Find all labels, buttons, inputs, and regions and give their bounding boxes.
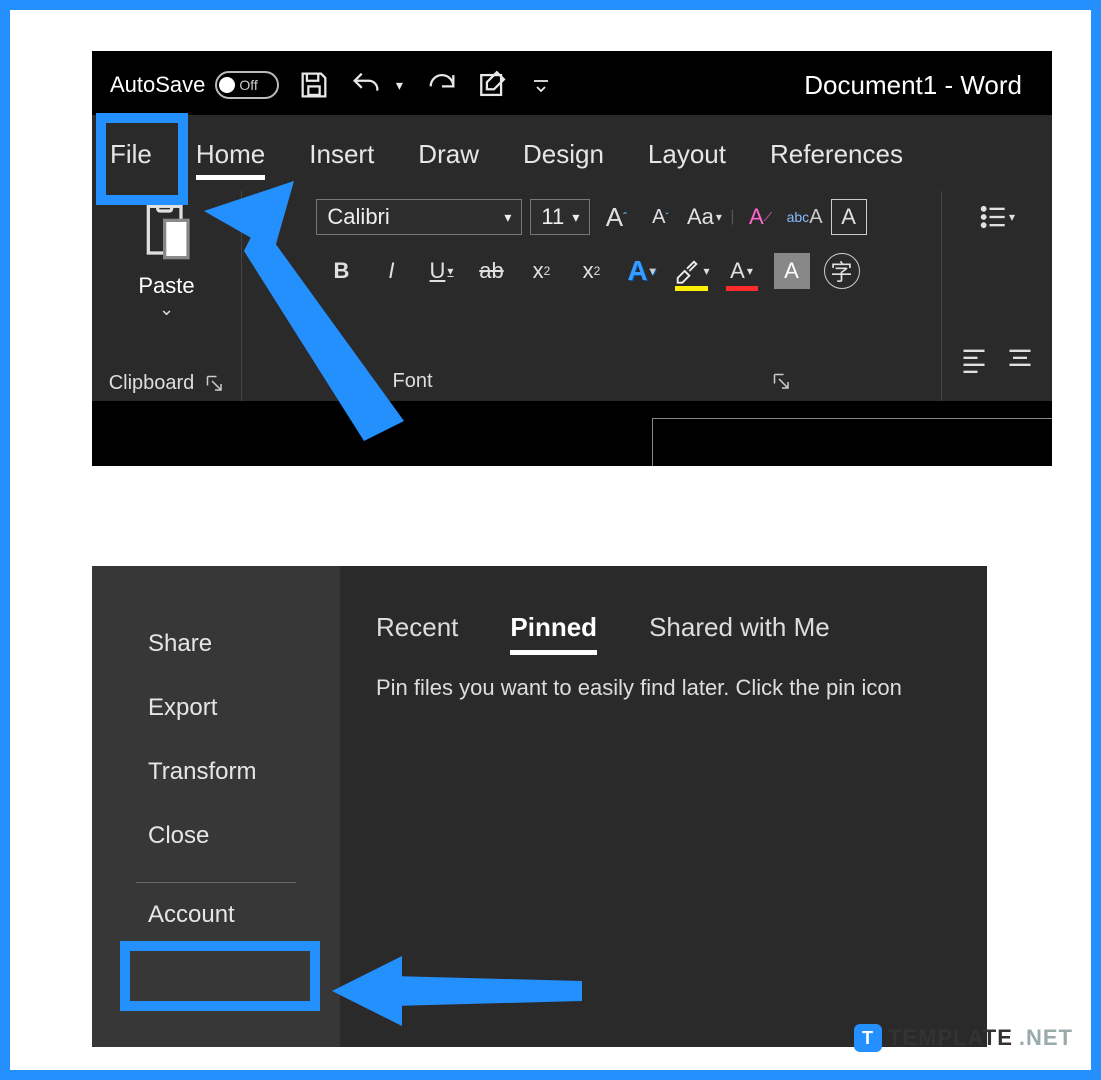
redo-icon[interactable] xyxy=(425,68,459,102)
sidebar-item-share[interactable]: Share xyxy=(92,612,340,676)
superscript-button[interactable]: x2 xyxy=(573,253,609,289)
strikethrough-button[interactable]: ab xyxy=(473,253,509,289)
autosave-toggle[interactable]: AutoSave Off xyxy=(110,71,279,99)
tab-insert[interactable]: Insert xyxy=(309,139,374,170)
autosave-state: Off xyxy=(239,77,257,93)
undo-dropdown-caret-icon[interactable]: ▾ xyxy=(391,68,407,102)
ribbon-tabs: File Home Insert Draw Design Layout Refe… xyxy=(92,115,1052,183)
font-group-label: Font xyxy=(392,370,790,393)
chevron-down-icon: ▾ xyxy=(504,209,511,226)
change-case-icon[interactable]: Aa▾ xyxy=(686,199,722,235)
btab-recent[interactable]: Recent xyxy=(376,612,458,643)
outer-frame: AutoSave Off ▾ Document1 - xyxy=(0,0,1101,1080)
tab-design[interactable]: Design xyxy=(523,139,604,170)
sidebar-item-transform[interactable]: Transform xyxy=(92,740,340,804)
text-effects-button[interactable]: A▾ xyxy=(623,253,659,289)
paste-label: Paste xyxy=(138,273,194,299)
font-group: Calibri ▾ 11 ▾ Aˆ Aˇ Aa▾ | A⟋ abcA A xyxy=(242,191,942,401)
clipboard-group: Paste ⌄ Clipboard xyxy=(92,191,242,401)
clipboard-group-label: Clipboard xyxy=(109,372,225,395)
sidebar-item-account[interactable]: Account xyxy=(92,883,340,947)
phonetic-guide-icon[interactable]: abcA xyxy=(787,199,823,235)
backstage-sidebar: Share Export Transform Close Account xyxy=(92,566,340,1047)
toggle-knob-icon xyxy=(219,77,235,93)
pinned-empty-text: Pin files you want to easily find later.… xyxy=(376,675,951,701)
underline-button[interactable]: U▾ xyxy=(423,253,459,289)
character-border-icon[interactable]: A xyxy=(831,199,867,235)
word-backstage-screenshot: Share Export Transform Close Account Rec… xyxy=(92,566,987,1047)
shrink-font-icon[interactable]: Aˇ xyxy=(642,199,678,235)
sidebar-item-close[interactable]: Close xyxy=(92,804,340,868)
font-color-button[interactable]: A ▾ xyxy=(724,253,760,289)
italic-button[interactable]: I xyxy=(373,253,409,289)
word-ribbon-screenshot: AutoSave Off ▾ Document1 - xyxy=(92,51,1052,466)
paragraph-group: ▾ xyxy=(942,191,1052,401)
tab-references[interactable]: References xyxy=(770,139,903,170)
watermark-suffix: .NET xyxy=(1019,1025,1073,1051)
font-row-2: B I U▾ ab x2 x2 A▾ ▾ A ▾ xyxy=(323,253,859,289)
dialog-launcher-icon[interactable] xyxy=(206,375,224,393)
bold-button[interactable]: B xyxy=(323,253,359,289)
annotation-account-highlight xyxy=(120,941,320,1011)
highlight-color-button[interactable]: ▾ xyxy=(673,253,709,289)
document-area-edge xyxy=(652,418,1052,466)
autosave-label: AutoSave xyxy=(110,72,205,98)
btab-shared[interactable]: Shared with Me xyxy=(649,612,830,643)
backstage-main: Recent Pinned Shared with Me Pin files y… xyxy=(340,566,987,1047)
tab-file[interactable]: File xyxy=(110,139,152,170)
clear-formatting-icon[interactable]: A⟋ xyxy=(743,199,779,235)
enclose-characters-button[interactable]: 字 xyxy=(824,253,860,289)
grow-font-icon[interactable]: Aˆ xyxy=(598,199,634,235)
undo-icon[interactable] xyxy=(349,68,383,102)
align-left-button[interactable] xyxy=(956,341,992,377)
paste-caret-icon[interactable]: ⌄ xyxy=(159,299,174,320)
chevron-down-icon: ▾ xyxy=(572,209,579,226)
font-row-1: Calibri ▾ 11 ▾ Aˆ Aˇ Aa▾ | A⟋ abcA A xyxy=(316,199,866,235)
subscript-button[interactable]: x2 xyxy=(523,253,559,289)
dialog-launcher-icon[interactable] xyxy=(773,373,791,391)
paste-icon[interactable] xyxy=(137,197,197,267)
align-center-button[interactable] xyxy=(1002,341,1038,377)
autosave-switch[interactable]: Off xyxy=(215,71,279,99)
tab-draw[interactable]: Draw xyxy=(418,139,479,170)
btab-pinned[interactable]: Pinned xyxy=(510,612,597,643)
document-title: Document1 - Word xyxy=(804,70,1034,101)
font-name-combo[interactable]: Calibri ▾ xyxy=(316,199,522,235)
watermark-brand: TEMPLATE xyxy=(888,1025,1013,1051)
tab-home[interactable]: Home xyxy=(196,139,265,170)
quick-access-toolbar: AutoSave Off ▾ Document1 - xyxy=(92,51,1052,115)
character-shading-button[interactable]: A xyxy=(774,253,810,289)
save-icon[interactable] xyxy=(297,68,331,102)
customize-qat-icon[interactable] xyxy=(529,68,553,102)
quick-edit-icon[interactable] xyxy=(477,68,511,102)
sidebar-item-export[interactable]: Export xyxy=(92,676,340,740)
watermark-badge-icon: T xyxy=(854,1024,882,1052)
font-size-combo[interactable]: 11 ▾ xyxy=(530,199,590,235)
bullets-button[interactable]: ▾ xyxy=(979,199,1015,235)
tab-layout[interactable]: Layout xyxy=(648,139,726,170)
watermark: T TEMPLATE.NET xyxy=(854,1024,1073,1052)
backstage-tabs: Recent Pinned Shared with Me xyxy=(376,612,951,643)
ribbon-body: Paste ⌄ Clipboard Calibri ▾ 11 ▾ xyxy=(92,183,1052,401)
